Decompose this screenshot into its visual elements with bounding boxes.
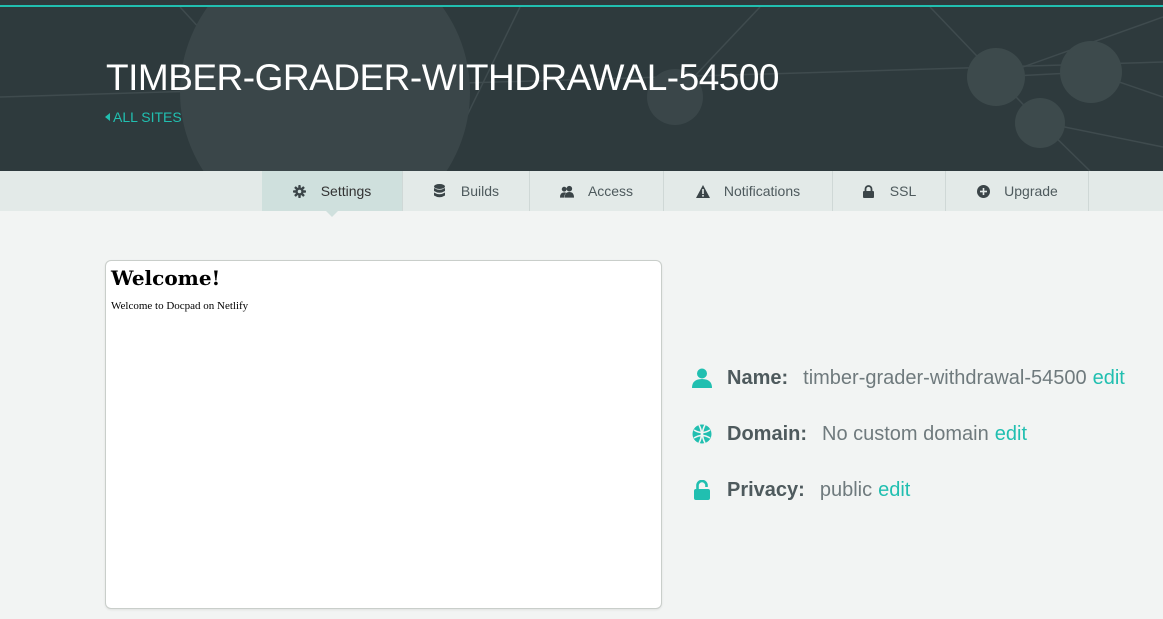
tab-label: Access xyxy=(587,183,634,199)
edit-privacy-link[interactable]: edit xyxy=(878,479,910,502)
page-title: TIMBER-GRADER-WITHDRAWAL-54500 xyxy=(106,57,780,98)
tab-settings[interactable]: Settings xyxy=(262,171,403,217)
preview-heading: Welcome! xyxy=(111,266,221,290)
plus-circle-icon xyxy=(976,184,990,198)
name-label: Name: xyxy=(727,366,789,389)
tab-notifications[interactable]: Notifications xyxy=(664,171,833,211)
gear-icon xyxy=(293,184,307,198)
tab-bar: Settings Builds Access Notifications SSL xyxy=(0,171,1163,217)
tab-ssl[interactable]: SSL xyxy=(833,171,946,211)
preview-text: Welcome to Docpad on Netlify xyxy=(111,300,249,312)
site-domain-row: Domain: No custom domain edit xyxy=(691,420,1027,448)
privacy-value: public xyxy=(819,478,873,501)
lock-icon xyxy=(862,184,876,198)
edit-domain-link[interactable]: edit xyxy=(995,423,1027,446)
site-header: TIMBER-GRADER-WITHDRAWAL-54500 ALL SITES xyxy=(0,7,1163,171)
tab-builds[interactable]: Builds xyxy=(403,171,530,211)
tab-label: Upgrade xyxy=(1004,183,1058,199)
all-sites-label: ALL SITES xyxy=(113,109,182,125)
domain-label: Domain: xyxy=(727,422,807,445)
unlock-icon xyxy=(691,479,713,501)
warning-icon xyxy=(695,184,710,198)
caret-left-icon xyxy=(105,113,110,121)
privacy-label: Privacy: xyxy=(727,478,805,501)
all-sites-link[interactable]: ALL SITES xyxy=(105,109,182,125)
users-icon xyxy=(559,184,574,198)
tab-label: SSL xyxy=(889,183,917,199)
edit-name-link[interactable]: edit xyxy=(1093,367,1125,390)
tabs: Settings Builds Access Notifications SSL xyxy=(262,171,1089,217)
tab-access[interactable]: Access xyxy=(530,171,664,211)
name-value: timber-grader-withdrawal-54500 xyxy=(803,366,1087,389)
site-preview[interactable]: Welcome! Welcome to Docpad on Netlify xyxy=(105,260,662,609)
top-accent-line xyxy=(0,0,1163,7)
tab-label: Builds xyxy=(460,183,500,199)
tab-upgrade[interactable]: Upgrade xyxy=(946,171,1089,211)
user-icon xyxy=(691,367,713,389)
globe-icon xyxy=(691,423,713,445)
tab-label: Settings xyxy=(320,183,372,199)
database-icon xyxy=(433,184,447,198)
domain-value: No custom domain xyxy=(822,422,989,445)
tab-label: Notifications xyxy=(723,183,801,199)
site-privacy-row: Privacy: public edit xyxy=(691,476,910,504)
site-name-row: Name: timber-grader-withdrawal-54500 edi… xyxy=(691,364,1125,392)
